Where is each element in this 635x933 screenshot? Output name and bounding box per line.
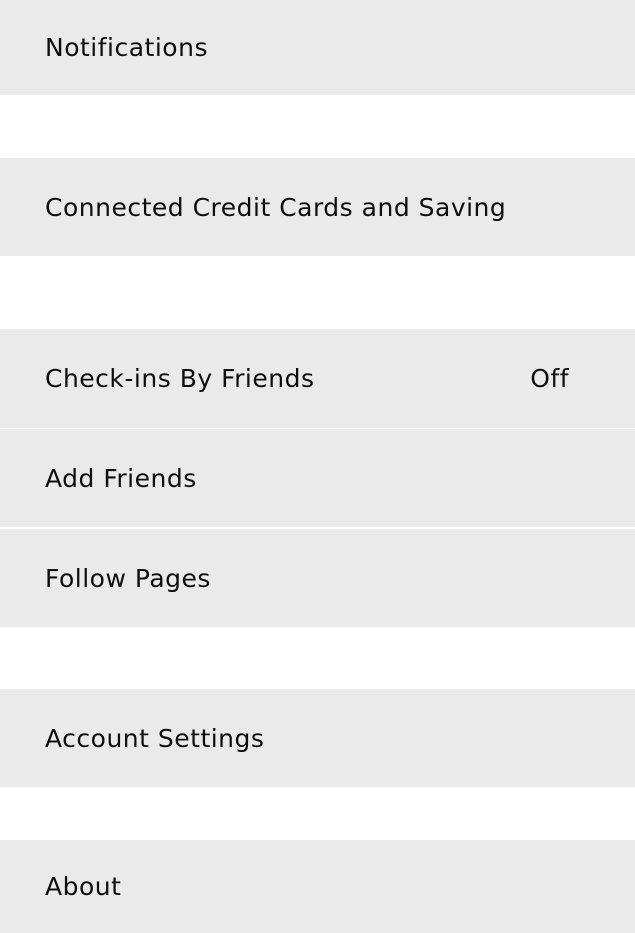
add-friends-label: Add Friends bbox=[45, 463, 197, 493]
checkins-by-friends-row[interactable]: Check-ins By Friends Off bbox=[0, 329, 635, 428]
about-label: About bbox=[45, 872, 122, 901]
follow-pages-row[interactable]: Follow Pages bbox=[0, 529, 635, 627]
connected-credit-cards-label: Connected Credit Cards and Saving bbox=[45, 192, 507, 222]
settings-screen: Notifications Connected Credit Cards and… bbox=[0, 0, 635, 933]
notifications-label: Notifications bbox=[45, 33, 208, 62]
checkins-by-friends-label: Check-ins By Friends bbox=[45, 364, 315, 393]
connected-credit-cards-row[interactable]: Connected Credit Cards and Saving bbox=[0, 158, 635, 256]
notifications-row[interactable]: Notifications bbox=[0, 0, 635, 95]
follow-pages-label: Follow Pages bbox=[45, 563, 211, 593]
checkins-by-friends-value: Off bbox=[530, 364, 569, 393]
about-row[interactable]: About bbox=[0, 840, 635, 933]
account-settings-label: Account Settings bbox=[45, 723, 265, 753]
account-settings-row[interactable]: Account Settings bbox=[0, 689, 635, 787]
add-friends-row[interactable]: Add Friends bbox=[0, 429, 635, 527]
